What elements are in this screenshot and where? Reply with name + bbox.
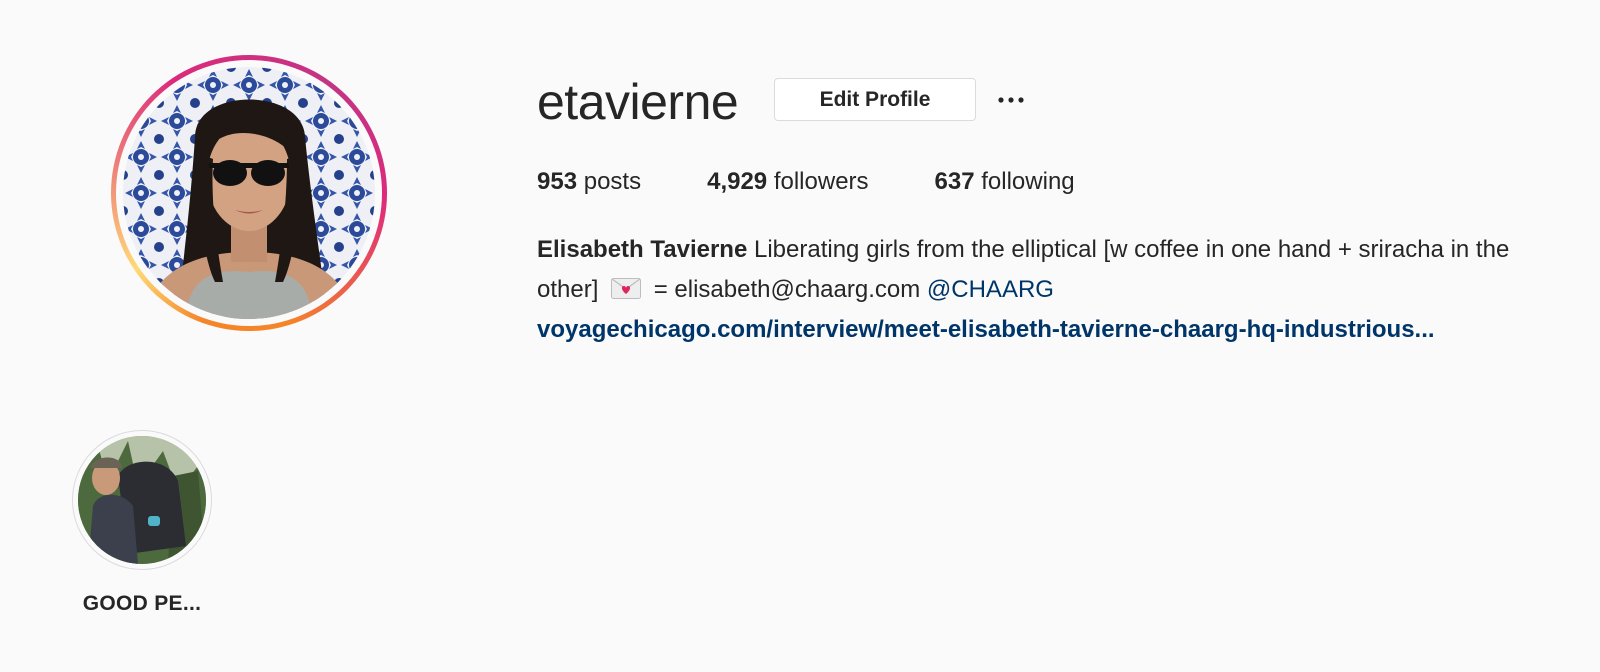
avatar-photo [123,67,375,319]
profile-page: etavierne Edit Profile 953 posts 4,929 f… [0,0,1600,672]
posts-stat[interactable]: 953 posts [537,166,641,198]
bio-mention-link[interactable]: @CHAARG [927,276,1054,303]
highlight-ring [72,430,212,570]
following-label: following [981,168,1075,195]
highlight-cover [78,436,206,564]
following-stat[interactable]: 637 following [935,166,1075,198]
followers-count: 4,929 [707,168,768,195]
bio-website-link[interactable]: voyagechicago.com/interview/meet-elisabe… [537,310,1577,350]
profile-stats: 953 posts 4,929 followers 637 following [537,166,1141,198]
posts-count: 953 [537,168,578,195]
avatar-gap [116,60,382,326]
edit-profile-button[interactable]: Edit Profile [774,78,976,121]
love-letter-icon [611,272,642,299]
posts-label: posts [583,168,642,195]
profile-avatar[interactable] [111,55,387,331]
highlight-label: GOOD PE... [82,592,202,615]
story-highlight[interactable]: GOOD PE... [70,430,214,616]
more-options-icon[interactable] [996,86,1026,114]
profile-username: etavierne [537,74,739,130]
profile-full-name: Elisabeth Tavierne [537,236,748,263]
followers-label: followers [773,168,869,195]
profile-bio: Elisabeth Tavierne Liberating girls from… [537,230,1577,350]
followers-stat[interactable]: 4,929 followers [707,166,868,198]
bio-email-text: = elisabeth@chaarg.com [653,276,921,303]
following-count: 637 [934,168,975,195]
